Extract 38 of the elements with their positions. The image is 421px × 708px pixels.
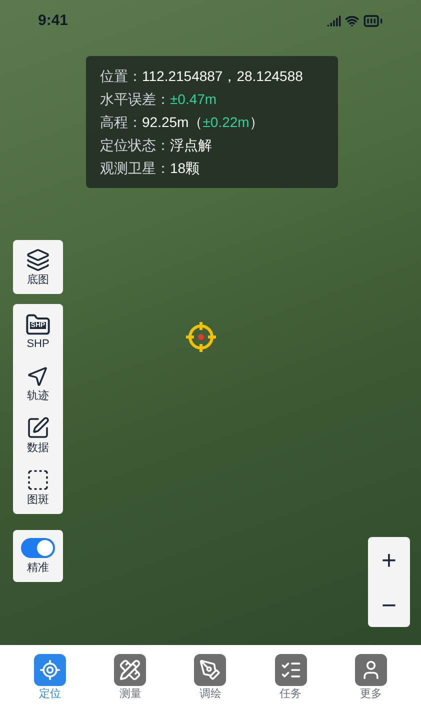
tab-item[interactable]: 测量	[100, 654, 160, 700]
tab-item[interactable]: 更多	[340, 654, 401, 700]
checklist-icon	[274, 654, 307, 686]
tab-item[interactable]: 定位	[20, 654, 80, 700]
precision-switch[interactable]	[21, 538, 55, 558]
pencil-ruler-icon	[114, 654, 146, 686]
info-value: ±0.22m	[202, 113, 250, 132]
info-value: 浮点解	[170, 136, 212, 155]
info-label: 水平误差：	[100, 90, 170, 109]
info-value: 112.2154887，28.124588	[142, 67, 303, 86]
pen-tool-icon	[194, 654, 226, 686]
selection-square-icon	[26, 468, 50, 492]
map-tool-button[interactable]: 轨迹	[15, 362, 61, 404]
info-label: 高程：	[100, 113, 142, 132]
map-tool-button[interactable]: 图斑	[15, 466, 61, 508]
switch-label: 精准	[27, 563, 49, 574]
crosshair-icon	[186, 322, 216, 352]
map-tool-button[interactable]: 底图	[15, 246, 61, 288]
signal-icon	[327, 14, 341, 28]
locate-icon	[34, 654, 66, 686]
user-icon	[354, 654, 387, 686]
layers-icon	[26, 248, 50, 272]
zoom-in-button[interactable]: +	[371, 546, 407, 572]
status-time: 9:41	[38, 11, 68, 31]
map-tool-button[interactable]: 数据	[15, 414, 61, 456]
info-value: 18颗	[170, 159, 200, 178]
info-value: ±0.47m	[170, 90, 217, 109]
wifi-icon	[345, 14, 359, 28]
info-value: ）	[249, 113, 264, 132]
tab-item[interactable]: 任务	[260, 654, 321, 700]
info-label: 观测卫星：	[100, 159, 170, 178]
cursor-arrow-icon	[26, 364, 50, 388]
info-label: 定位状态：	[100, 136, 170, 155]
zoom-out-button[interactable]: −	[371, 592, 407, 618]
info-label: 位置：	[100, 67, 142, 86]
info-value: 92.25m（	[142, 113, 203, 132]
edit-icon	[26, 416, 50, 440]
tab-item[interactable]: 调绘	[180, 654, 240, 700]
